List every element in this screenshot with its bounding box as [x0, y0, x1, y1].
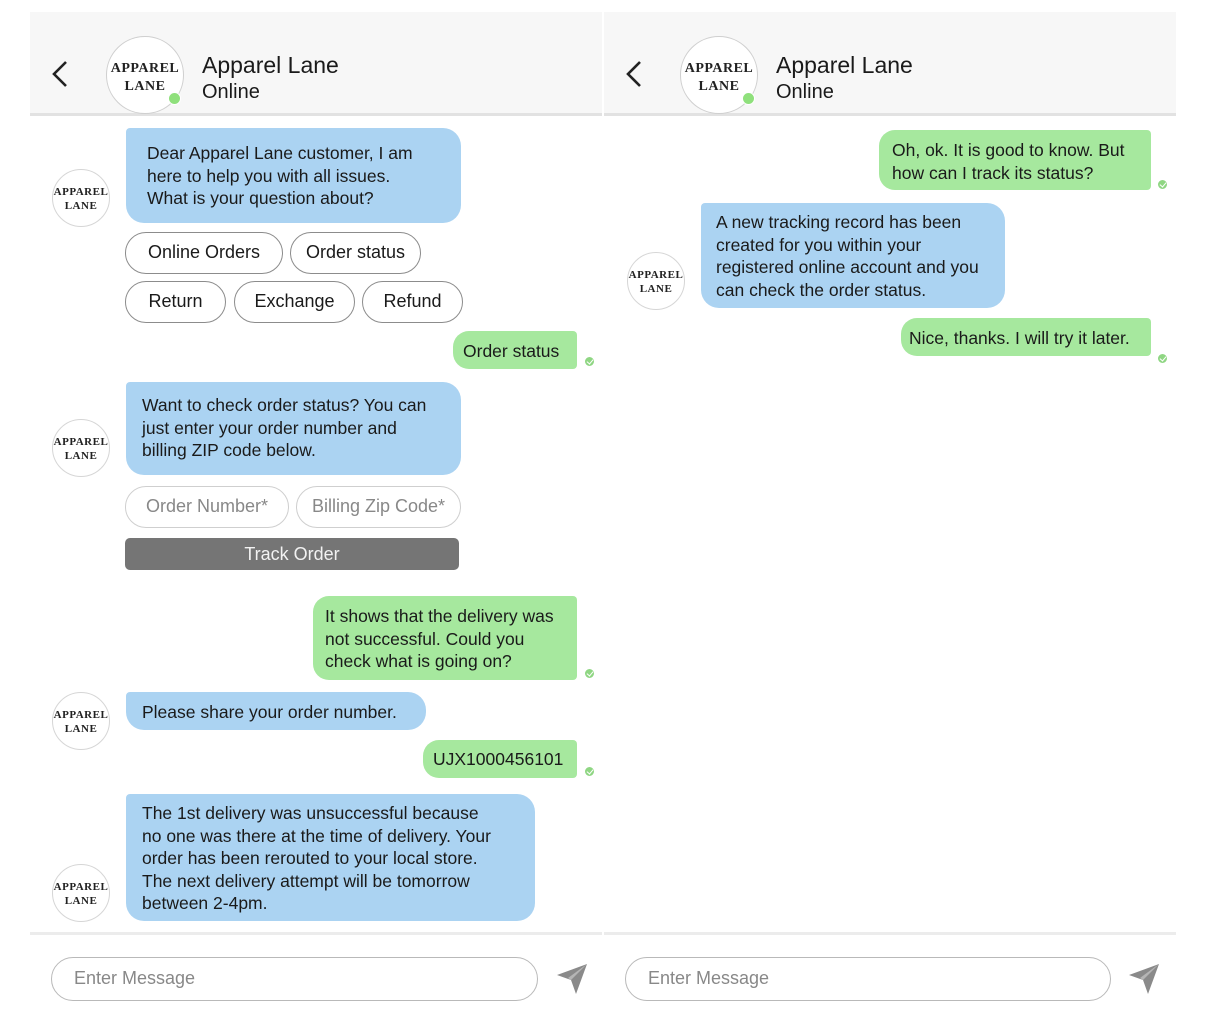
footer-divider: [604, 932, 1176, 935]
bot-message-order-prompt: Want to check order status? You can just…: [126, 382, 461, 475]
contact-status: Online: [202, 81, 260, 103]
quick-reply-return[interactable]: Return: [125, 281, 226, 323]
contact-status: Online: [776, 81, 834, 103]
delivered-check-icon: [584, 766, 595, 777]
send-button[interactable]: [554, 960, 590, 996]
delivered-check-icon: [584, 356, 595, 367]
online-status-dot: [742, 92, 755, 105]
chat-panel-right: APPAREL LANE Apparel Lane Online Oh, ok. …: [604, 0, 1176, 1034]
footer-divider: [30, 932, 602, 935]
contact-name: Apparel Lane: [202, 52, 339, 78]
chat-panel-left: APPAREL LANE Apparel Lane Online APPAREL L…: [30, 0, 602, 1034]
user-message-question: Oh, ok. It is good to know. But how can …: [879, 130, 1151, 190]
chat-header: APPAREL LANE Apparel Lane Online: [30, 12, 602, 116]
order-number-input[interactable]: Order Number*: [125, 486, 289, 528]
bot-message-ask-number: Please share your order number.: [126, 692, 426, 730]
paper-plane-icon: [557, 964, 587, 994]
user-message-thanks: Nice, thanks. I will try it later.: [901, 318, 1151, 356]
quick-reply-order-status[interactable]: Order status: [290, 232, 421, 274]
bot-avatar: APPAREL LANE: [52, 419, 110, 477]
back-button[interactable]: [620, 56, 646, 92]
delivered-check-icon: [584, 668, 595, 679]
bot-message-delivery-info: The 1st delivery was unsuccessful becaus…: [126, 794, 535, 921]
bot-message-tracking-info: A new tracking record has been created f…: [701, 203, 1005, 308]
send-button[interactable]: [1126, 960, 1162, 996]
contact-name: Apparel Lane: [776, 52, 913, 78]
online-status-dot: [168, 92, 181, 105]
logo-text: APPAREL LANE: [684, 61, 754, 94]
track-order-button[interactable]: Track Order: [125, 538, 459, 570]
chevron-left-icon: [52, 61, 67, 87]
bot-avatar: APPAREL LANE: [52, 864, 110, 922]
message-input[interactable]: Enter Message: [51, 957, 538, 1001]
billing-zip-input[interactable]: Billing Zip Code*: [296, 486, 461, 528]
bot-avatar: APPAREL LANE: [52, 692, 110, 750]
chat-header: APPAREL LANE Apparel Lane Online: [604, 12, 1176, 116]
user-message-issue: It shows that the delivery was not succe…: [313, 596, 577, 680]
delivered-check-icon: [1157, 179, 1168, 190]
paper-plane-icon: [1129, 964, 1159, 994]
back-button[interactable]: [46, 56, 72, 92]
delivered-check-icon: [1157, 353, 1168, 364]
bot-avatar: APPAREL LANE: [627, 252, 685, 310]
logo-text: APPAREL LANE: [110, 61, 180, 94]
quick-reply-exchange[interactable]: Exchange: [234, 281, 355, 323]
message-input[interactable]: Enter Message: [625, 957, 1111, 1001]
user-message-order-number: UJX1000456101: [423, 740, 577, 778]
user-message-choice: Order status: [453, 331, 577, 369]
bot-avatar: APPAREL LANE: [52, 169, 110, 227]
quick-reply-refund[interactable]: Refund: [362, 281, 463, 323]
chevron-left-icon: [626, 61, 641, 87]
bot-message-greeting: Dear Apparel Lane customer, I am here to…: [126, 128, 461, 223]
quick-reply-online-orders[interactable]: Online Orders: [125, 232, 283, 274]
